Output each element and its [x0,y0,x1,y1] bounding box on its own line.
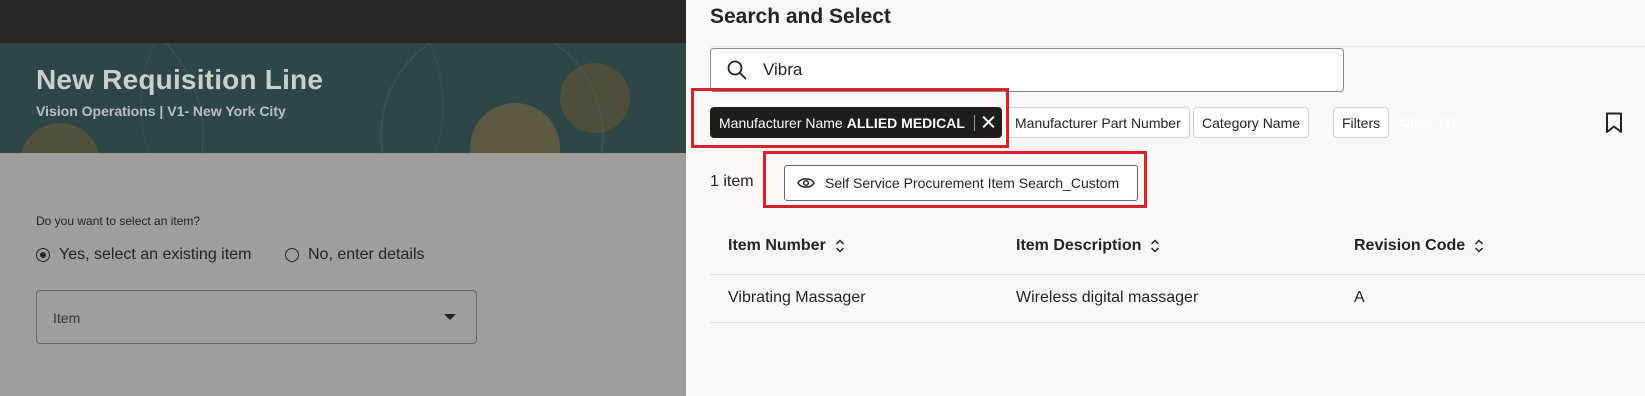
radio-label: Yes, select an existing item [59,246,252,263]
page-banner [0,43,686,153]
table-row-divider [710,322,1645,323]
background-page: New Requisition Line Vision Operations |… [0,0,686,396]
result-count: 1 item [710,173,754,190]
item-select-label: Item [53,310,81,326]
clear-filters-link[interactable]: Clear (1) [1400,114,1456,130]
item-select[interactable]: Item [36,290,477,344]
divider [710,46,1645,47]
search-icon [727,60,747,80]
bookmark-icon[interactable] [1605,112,1623,134]
eye-icon [797,178,815,188]
column-header-label: Item Number [728,237,826,254]
saved-search-label: Self Service Procurement Item Search_Cus… [825,175,1120,191]
manufacturer-name-filter-chip[interactable]: Manufacturer Name ALLIED MEDICAL [710,107,1002,138]
page-subtitle: Vision Operations | V1- New York City [36,103,286,119]
chip-label: Manufacturer Name [719,114,843,131]
column-header-item-description[interactable]: Item Description [1016,237,1160,255]
sort-icon[interactable] [1150,239,1160,253]
drawer-title: Search and Select [710,5,891,28]
sort-icon[interactable] [835,239,845,253]
page-title: New Requisition Line [36,64,324,95]
filters-chip[interactable]: Filters [1333,107,1390,138]
saved-search-button[interactable]: Self Service Procurement Item Search_Cus… [784,165,1138,201]
column-header-label: Item Description [1016,237,1142,254]
radio-label: No, enter details [308,246,425,263]
chip-value: ALLIED MEDICAL [846,114,965,131]
category-name-filter-chip[interactable]: Category Name [1193,107,1310,138]
cell-item-description: Wireless digital massager [1016,289,1199,306]
search-select-drawer: Search and Select Manufacturer Name ALLI… [686,0,1645,396]
sort-icon[interactable] [1474,239,1484,253]
cell-revision-code: A [1354,289,1365,306]
chevron-down-icon [444,314,456,320]
item-question-label: Do you want to select an item? [36,214,201,228]
radio-enter-details[interactable]: No, enter details [285,246,425,264]
column-header-label: Revision Code [1354,237,1466,254]
top-bar [0,0,686,43]
column-header-item-number[interactable]: Item Number [728,237,845,255]
search-input[interactable] [763,49,1323,91]
radio-unselected-icon [285,248,299,262]
manufacturer-part-number-filter-chip[interactable]: Manufacturer Part Number [1006,107,1190,138]
search-box[interactable] [710,48,1344,92]
close-icon[interactable] [975,107,1001,138]
radio-selected-icon [36,248,50,262]
column-header-revision-code[interactable]: Revision Code [1354,237,1484,255]
table-header-divider [710,274,1645,275]
radio-select-existing-item[interactable]: Yes, select an existing item [36,246,251,264]
cell-item-number: Vibrating Massager [728,289,866,306]
